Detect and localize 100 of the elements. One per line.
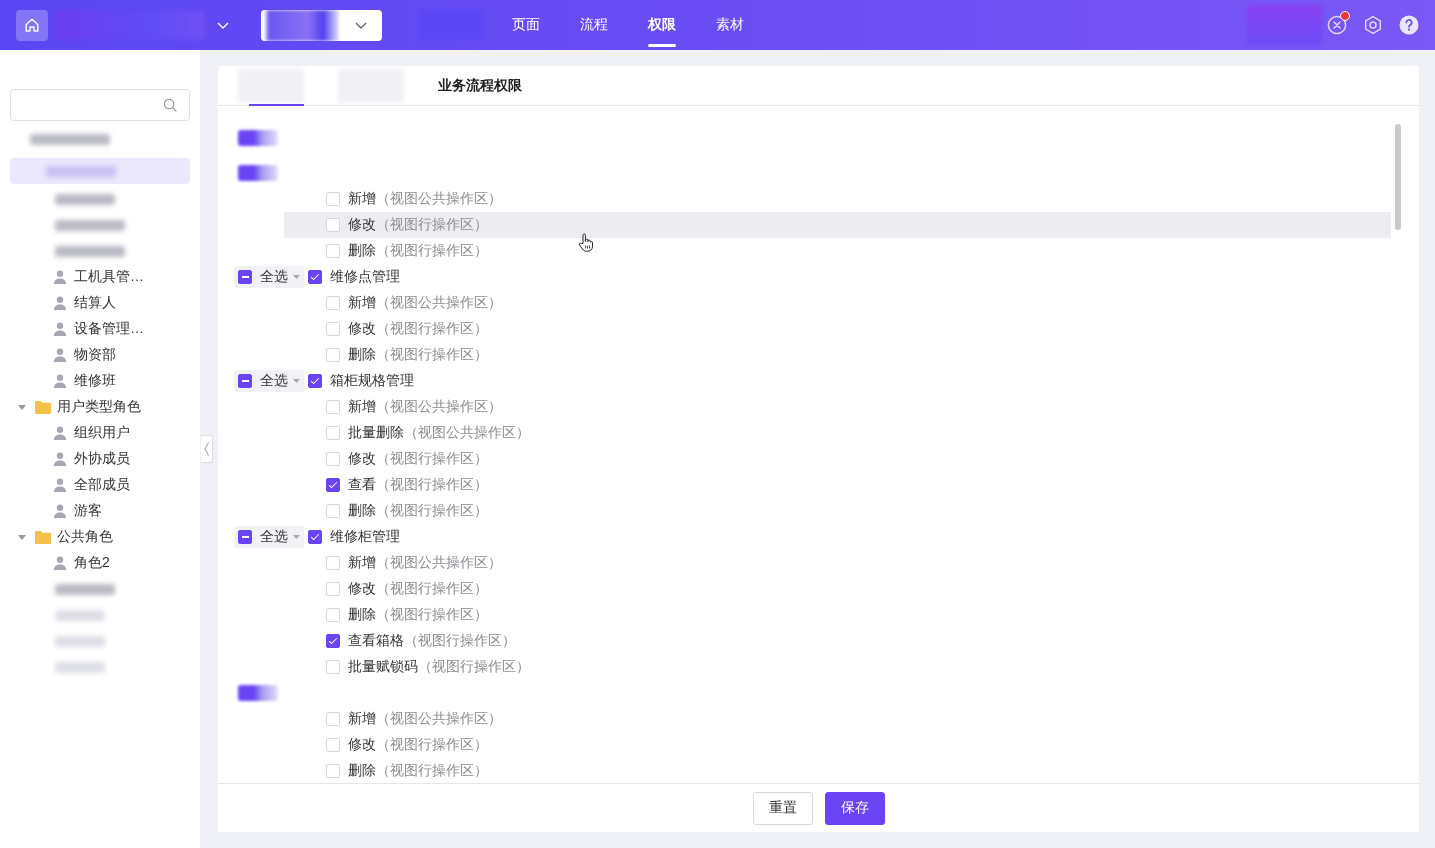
nav-tab[interactable]: 页面 [492, 0, 560, 50]
select-all-dropdown[interactable]: 全选 [234, 526, 304, 548]
permission-row[interactable]: 查看（视图行操作区） [284, 472, 1391, 498]
permission-row[interactable]: 修改（视图行操作区） [284, 446, 1391, 472]
permission-row[interactable]: 批量赋锁码（视图行操作区） [284, 654, 1391, 680]
permission-label: 新增（视图公共操作区） [348, 294, 502, 312]
chevron-down-icon [354, 21, 367, 29]
permission-row[interactable]: 删除（视图行操作区） [284, 758, 1391, 783]
x-circle-icon[interactable] [1327, 15, 1347, 35]
caret-down-icon [293, 379, 300, 383]
role-label[interactable]: 工机具管… [74, 268, 144, 286]
user-icon [53, 296, 67, 310]
checkbox[interactable] [238, 530, 252, 544]
permission-row[interactable]: 查看箱格（视图行操作区） [284, 628, 1391, 654]
nav-tab[interactable]: 素材 [696, 0, 764, 50]
search-icon [163, 98, 177, 112]
tree-item-highlight[interactable] [10, 158, 190, 184]
role-label[interactable]: 外协成员 [74, 450, 130, 468]
chevron-down-icon[interactable] [217, 21, 229, 29]
group-label: 维修柜管理 [330, 528, 400, 546]
tab[interactable]: 业务流程权限 [438, 66, 522, 105]
user-icon [53, 426, 67, 440]
select-all-dropdown[interactable]: 全选 [234, 370, 304, 392]
help-icon[interactable] [1399, 15, 1419, 35]
permission-label: 批量删除（视图公共操作区） [348, 424, 530, 442]
user-icon [53, 478, 67, 492]
permission-row[interactable]: 批量删除（视图公共操作区） [284, 420, 1391, 446]
permission-row[interactable]: 修改（视图行操作区） [284, 732, 1391, 758]
permission-label: 新增（视图公共操作区） [348, 398, 502, 416]
hand-cursor-icon [578, 233, 594, 252]
reset-button[interactable]: 重置 [752, 791, 813, 825]
role-label[interactable]: 全部成员 [74, 476, 130, 494]
blurred-text [55, 245, 125, 257]
folder-label[interactable]: 公共角色 [57, 528, 113, 546]
checkbox[interactable] [326, 478, 340, 492]
collapse-button[interactable] [201, 435, 213, 463]
permission-row[interactable]: 修改（视图行操作区） [284, 316, 1391, 342]
user-icon [53, 504, 67, 518]
permission-label: 新增（视图公共操作区） [348, 554, 502, 572]
blurred-text [55, 193, 115, 205]
permission-label: 删除（视图行操作区） [348, 346, 488, 364]
blurred-text [46, 165, 116, 177]
permission-row[interactable]: 新增（视图公共操作区） [284, 394, 1391, 420]
select-all-dropdown[interactable]: 全选 [234, 266, 304, 288]
blurred-text [238, 68, 304, 103]
checkbox[interactable] [308, 530, 322, 544]
permission-label: 修改（视图行操作区） [348, 320, 488, 338]
caret-down-icon [293, 535, 300, 539]
permission-row[interactable]: 新增（视图公共操作区） [284, 706, 1391, 732]
role-label[interactable]: 游客 [74, 502, 102, 520]
checkbox[interactable] [238, 374, 252, 388]
permission-row[interactable]: 删除（视图行操作区） [284, 498, 1391, 524]
checkbox[interactable] [308, 270, 322, 284]
user-icon [53, 348, 67, 362]
permission-row[interactable]: 删除（视图行操作区） [284, 342, 1391, 368]
group-label: 箱柜规格管理 [330, 372, 414, 390]
role-label[interactable]: 设备管理… [74, 320, 144, 338]
blurred-text [238, 165, 278, 181]
permission-row[interactable]: 删除（视图行操作区） [284, 602, 1391, 628]
blurred-text [238, 130, 278, 146]
role-label[interactable]: 维修班 [74, 372, 116, 390]
home-icon [24, 17, 40, 33]
permission-row[interactable]: 新增（视图公共操作区） [284, 550, 1391, 576]
save-button[interactable]: 保存 [824, 791, 885, 825]
folder-label[interactable]: 用户类型角色 [57, 398, 141, 416]
home-button[interactable] [16, 9, 48, 41]
checkbox[interactable] [238, 270, 252, 284]
permission-row[interactable]: 修改（视图行操作区） [284, 212, 1391, 238]
folder-icon [35, 400, 51, 414]
search-field[interactable] [10, 89, 190, 121]
scrollbar-thumb[interactable] [1395, 124, 1401, 230]
permission-label: 查看（视图行操作区） [348, 476, 488, 494]
role-label[interactable]: 组织用户 [74, 424, 130, 442]
permission-label: 删除（视图行操作区） [348, 762, 488, 780]
role-label[interactable]: 物资部 [74, 346, 116, 364]
caret-down-icon [293, 275, 300, 279]
user-icon [53, 322, 67, 336]
permission-row[interactable]: 修改（视图行操作区） [284, 576, 1391, 602]
caret-icon[interactable] [18, 404, 26, 410]
checkbox[interactable] [326, 634, 340, 648]
nav-tab[interactable]: 流程 [560, 0, 628, 50]
permission-label: 修改（视图行操作区） [348, 736, 488, 754]
role-label[interactable]: 角色2 [74, 554, 110, 572]
permission-row[interactable]: 新增（视图公共操作区） [284, 290, 1391, 316]
project-select[interactable] [261, 9, 382, 41]
caret-icon[interactable] [18, 534, 26, 540]
checkbox[interactable] [308, 374, 322, 388]
user-icon [53, 270, 67, 284]
permission-label: 删除（视图行操作区） [348, 502, 488, 520]
group-label: 维修点管理 [330, 268, 400, 286]
permission-row[interactable]: 新增（视图公共操作区） [284, 186, 1391, 212]
blurred-text [238, 685, 278, 701]
blurred-text [55, 635, 105, 647]
settings-icon[interactable] [1363, 15, 1383, 35]
blurred-text [55, 661, 105, 673]
permission-label: 新增（视图公共操作区） [348, 710, 502, 728]
role-label[interactable]: 结算人 [74, 294, 116, 312]
blurred-text [55, 583, 115, 595]
permission-row[interactable]: 删除（视图行操作区） [284, 238, 1391, 264]
nav-tab[interactable]: 权限 [628, 0, 696, 50]
